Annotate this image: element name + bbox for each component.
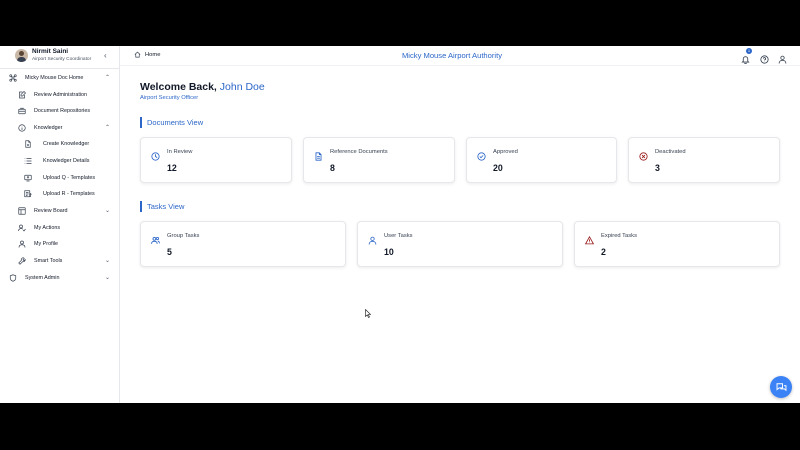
sidebar-item-label: Document Repositories — [34, 108, 91, 114]
card-value: 12 — [167, 163, 177, 173]
welcome-user-name: John Doe — [219, 81, 265, 93]
chat-button[interactable] — [770, 376, 792, 398]
profile-role: Airport Security Coordinator — [32, 57, 92, 62]
card-value: 5 — [167, 247, 172, 257]
user-icon — [18, 240, 26, 248]
profile-name: Nirmit Saini — [32, 48, 69, 55]
user-icon — [368, 232, 377, 245]
sidebar-item-label: Upload Q - Templates — [43, 175, 96, 181]
card-value: 2 — [601, 247, 606, 257]
users-icon — [151, 232, 160, 244]
help-button[interactable] — [760, 51, 769, 64]
sidebar-item-label: System Admin — [25, 275, 60, 281]
app-frame: Nirmit Saini Airport Security Coordinato… — [0, 46, 800, 403]
sidebar-item-label: Review Administration — [34, 92, 88, 98]
shield-icon — [9, 274, 17, 282]
chevron-down-icon[interactable]: ⌄ — [105, 274, 110, 281]
chevron-down-icon[interactable]: ⌄ — [105, 257, 110, 264]
bell-icon — [741, 56, 750, 65]
profile-block[interactable]: Nirmit Saini Airport Security Coordinato… — [0, 46, 120, 68]
sidebar-item-label: My Profile — [34, 241, 58, 247]
wrench-icon — [18, 257, 26, 265]
avatar — [15, 49, 28, 62]
user-menu-button[interactable] — [778, 51, 787, 64]
sidebar-item-upload-q-templates[interactable]: Upload Q - Templates — [24, 171, 95, 185]
sidebar-item-knowledger[interactable]: Knowledger — [18, 121, 62, 135]
expired-tasks-card[interactable]: Expired Tasks 2 — [574, 221, 780, 267]
sidebar-item-smart-tools[interactable]: Smart Tools — [18, 254, 62, 268]
sidebar-item-my-profile[interactable]: My Profile — [18, 237, 58, 251]
sidebar-item-label: Review Board — [34, 208, 68, 214]
welcome-heading: Welcome Back, John Doe — [140, 81, 265, 93]
upload-icon — [24, 174, 32, 182]
sidebar-item-create-knowledger[interactable]: Create Knowledger — [24, 137, 89, 151]
collapse-sidebar-icon[interactable]: ‹ — [104, 51, 107, 60]
drone-icon — [9, 74, 17, 82]
documents-view-title: Documents View — [140, 117, 203, 128]
chevron-up-icon[interactable]: ⌃ — [105, 124, 110, 131]
card-label: Group Tasks — [167, 233, 200, 239]
upload-file-icon — [24, 190, 32, 198]
list-icon — [24, 157, 32, 165]
card-label: In Review — [167, 149, 193, 155]
clock-icon — [151, 148, 160, 161]
chevron-up-icon[interactable]: ⌃ — [105, 74, 110, 81]
divider — [0, 68, 120, 69]
app-title: Micky Mouse Airport Authority — [401, 51, 503, 60]
sidebar-item-review-administration[interactable]: Review Administration — [18, 88, 87, 102]
card-label: Approved — [493, 149, 518, 155]
user-tasks-card[interactable]: User Tasks 10 — [357, 221, 563, 267]
card-value: 3 — [655, 163, 660, 173]
user-role: Airport Security Officer — [140, 95, 199, 101]
sidebar-item-my-actions[interactable]: My Actions — [18, 221, 60, 235]
warning-icon — [584, 232, 595, 245]
sidebar-item-document-repositories[interactable]: Document Repositories — [18, 104, 90, 118]
sidebar-item-label: Upload R - Templates — [43, 191, 95, 197]
sidebar-item-knowledger-details[interactable]: Knowledger Details — [24, 154, 89, 168]
sidebar-item-system-admin[interactable]: System Admin — [9, 271, 59, 285]
check-circle-icon — [477, 148, 486, 161]
card-value: 8 — [330, 163, 335, 173]
card-label: Reference Documents — [330, 149, 388, 155]
sidebar-item-home[interactable]: Micky Mouse Doc Home — [9, 71, 83, 85]
briefcase-icon — [18, 107, 26, 115]
notification-badge: 1 — [746, 48, 752, 54]
top-header: Home Micky Mouse Airport Authority 1 — [120, 46, 800, 66]
sidebar-item-upload-r-templates[interactable]: Upload R - Templates — [24, 187, 95, 201]
card-value: 20 — [493, 163, 503, 173]
card-label: Expired Tasks — [601, 233, 637, 239]
info-icon — [18, 124, 26, 132]
card-value: 10 — [384, 247, 394, 257]
user-icon — [778, 55, 787, 64]
card-label: Deactivated — [655, 149, 686, 155]
notification-button[interactable]: 1 — [741, 48, 752, 65]
mouse-cursor-icon — [365, 309, 371, 318]
chevron-down-icon[interactable]: ⌄ — [105, 207, 110, 214]
tasks-view-title: Tasks View — [140, 201, 184, 212]
sidebar: Nirmit Saini Airport Security Coordinato… — [0, 46, 120, 403]
x-circle-icon — [639, 148, 648, 161]
document-icon — [314, 148, 323, 161]
group-tasks-card[interactable]: Group Tasks 5 — [140, 221, 346, 267]
user-check-icon — [18, 224, 26, 232]
card-label: User Tasks — [384, 233, 413, 239]
approved-card[interactable]: Approved 20 — [466, 137, 617, 183]
sidebar-item-label: Knowledger Details — [43, 158, 90, 164]
board-icon — [18, 207, 26, 215]
sidebar-item-label: Micky Mouse Doc Home — [25, 75, 84, 81]
sidebar-item-label: My Actions — [34, 225, 61, 231]
in-review-card[interactable]: In Review 12 — [140, 137, 292, 183]
help-icon — [760, 55, 769, 64]
sidebar-item-label: Smart Tools — [34, 258, 63, 264]
reference-documents-card[interactable]: Reference Documents 8 — [303, 137, 455, 183]
sidebar-item-label: Create Knowledger — [43, 141, 90, 147]
chat-icon — [776, 382, 786, 391]
file-plus-icon — [24, 140, 32, 148]
deactivated-card[interactable]: Deactivated 3 — [628, 137, 780, 183]
sidebar-item-label: Knowledger — [34, 125, 63, 131]
sidebar-item-review-board[interactable]: Review Board — [18, 204, 68, 218]
edit-icon — [18, 91, 26, 99]
welcome-prefix: Welcome Back, — [140, 81, 220, 93]
